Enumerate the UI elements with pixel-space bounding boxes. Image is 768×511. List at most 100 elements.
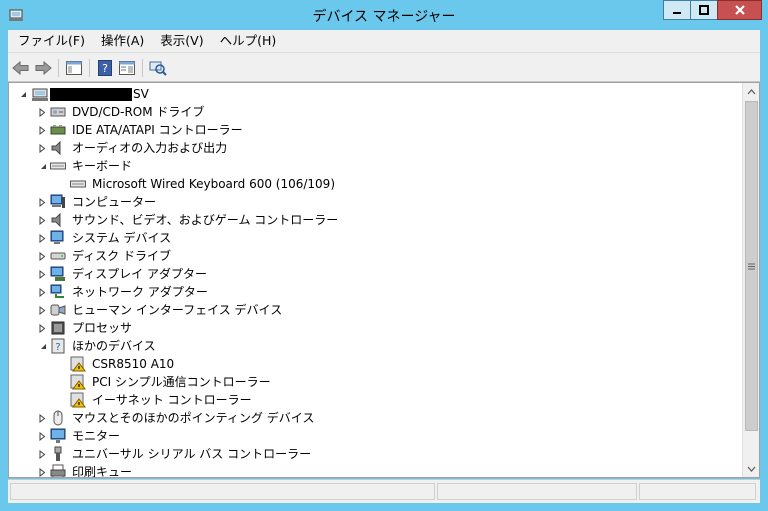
tree-category-item[interactable]: コンピューター	[9, 193, 739, 211]
tree-expander[interactable]	[37, 341, 47, 351]
tree-item-label: Microsoft Wired Keyboard 600 (106/109)	[92, 177, 335, 191]
unknown-device-icon: ?	[51, 338, 65, 354]
tree-expander[interactable]	[37, 197, 47, 207]
speaker-icon	[51, 140, 61, 156]
tree-item-label: オーディオの入力および出力	[72, 141, 228, 155]
maximize-button[interactable]	[690, 0, 718, 20]
scroll-down-button[interactable]	[743, 460, 759, 477]
vertical-scrollbar[interactable]	[742, 83, 759, 477]
warning-device-icon	[70, 356, 86, 372]
tree-expander[interactable]	[37, 305, 47, 315]
expand-arrow-icon	[39, 305, 45, 315]
expand-arrow-icon	[39, 287, 45, 297]
tree-expander[interactable]	[37, 251, 47, 261]
status-pane-main	[10, 483, 435, 500]
menu-view[interactable]: 表示(V)	[152, 30, 211, 52]
tree-device-item[interactable]: イーサネット コントローラー	[9, 391, 739, 409]
tree-category-item[interactable]: ディスク ドライブ	[9, 247, 739, 265]
tree-expander[interactable]	[37, 269, 47, 279]
device-tree[interactable]: SV DVD/CD-ROM ドライブ IDE ATA/ATAPI コントローラーオー…	[8, 82, 760, 478]
tree-expander[interactable]	[37, 431, 47, 441]
collapse-arrow-icon	[20, 91, 26, 97]
expand-arrow-icon	[39, 323, 45, 333]
expand-arrow-icon	[39, 251, 45, 261]
expand-arrow-icon	[39, 431, 45, 441]
toolbar: ?	[8, 52, 760, 82]
warning-device-icon	[70, 392, 86, 408]
forward-button[interactable]	[34, 59, 52, 77]
tree-device-item[interactable]: PCI シンプル通信コントローラー	[9, 373, 739, 391]
tree-category-item[interactable]: プロセッサ	[9, 319, 739, 337]
minimize-button[interactable]	[663, 0, 691, 20]
ide-controller-icon	[50, 125, 66, 135]
usb-icon	[54, 446, 62, 461]
tree-expander[interactable]	[37, 125, 47, 135]
disk-drive-icon	[50, 252, 66, 260]
expand-arrow-icon	[39, 233, 45, 243]
tree-item-label: DVD/CD-ROM ドライブ	[72, 105, 205, 119]
menu-action[interactable]: 操作(A)	[93, 30, 152, 52]
expand-arrow-icon	[39, 413, 45, 423]
tree-category-item[interactable]: マウスとそのほかのポインティング デバイス	[9, 409, 739, 427]
tree-category-item[interactable]: サウンド、ビデオ、およびゲーム コントローラー	[9, 211, 739, 229]
maximize-icon	[699, 5, 709, 15]
scan-hardware-button[interactable]	[149, 59, 167, 77]
tree-category-item[interactable]: モニター	[9, 427, 739, 445]
tree-item-label: ユニバーサル シリアル バス コントローラー	[72, 447, 312, 461]
help-button[interactable]: ?	[96, 59, 114, 77]
tree-expander[interactable]	[37, 413, 47, 423]
tree-expander[interactable]	[37, 107, 47, 117]
help-icon: ?	[98, 60, 112, 76]
back-button[interactable]	[12, 59, 30, 77]
tree-item-label: プロセッサ	[72, 321, 133, 335]
tree-device-item[interactable]: CSR8510 A10	[9, 355, 739, 373]
close-button[interactable]	[717, 0, 762, 20]
expand-arrow-icon	[39, 449, 45, 459]
title-bar[interactable]: デバイス マネージャー	[0, 0, 768, 30]
tree-category-item[interactable]: ユニバーサル シリアル バス コントローラー	[9, 445, 739, 463]
tree-expander[interactable]	[17, 89, 27, 99]
tree-category-item[interactable]: オーディオの入力および出力	[9, 139, 739, 157]
processor-icon	[51, 321, 65, 335]
redacted-computer-name	[50, 88, 132, 101]
scroll-up-button[interactable]	[743, 83, 759, 100]
minimize-icon	[673, 12, 681, 14]
tree-category-item[interactable]: ? ほかのデバイス	[9, 337, 739, 355]
tree-category-item[interactable]: DVD/CD-ROM ドライブ	[9, 103, 739, 121]
computer-icon	[32, 88, 48, 101]
tree-expander[interactable]	[37, 287, 47, 297]
tree-expander[interactable]	[37, 161, 47, 171]
tree-expander[interactable]	[37, 323, 47, 333]
menu-help[interactable]: ヘルプ(H)	[212, 30, 285, 52]
svg-text:?: ?	[102, 62, 108, 75]
show-hide-tree-button[interactable]	[65, 59, 83, 77]
tree-item-label: PCI シンプル通信コントローラー	[92, 375, 271, 389]
tree-category-item[interactable]: システム デバイス	[9, 229, 739, 247]
tree-category-item[interactable]: 印刷キュー	[9, 463, 739, 477]
scroll-thumb[interactable]	[745, 101, 758, 431]
collapse-arrow-icon	[40, 343, 46, 349]
status-bar	[8, 479, 760, 503]
expand-arrow-icon	[39, 269, 45, 279]
tree-expander[interactable]	[37, 467, 47, 477]
tree-root-node[interactable]: SV	[9, 85, 739, 103]
display-adapter-icon	[50, 266, 65, 281]
tree-category-item[interactable]: キーボード	[9, 157, 739, 175]
grip-icon	[748, 263, 755, 269]
tree-category-item[interactable]: ディスプレイ アダプター	[9, 265, 739, 283]
toolbar-separator	[142, 59, 143, 77]
tree-category-item[interactable]: ヒューマン インターフェイス デバイス	[9, 301, 739, 319]
tree-expander[interactable]	[37, 233, 47, 243]
computer-name-suffix: SV	[133, 87, 149, 101]
tree-category-item[interactable]: ネットワーク アダプター	[9, 283, 739, 301]
properties-button[interactable]	[118, 59, 136, 77]
tree-expander[interactable]	[37, 449, 47, 459]
keyboard-icon	[50, 162, 66, 170]
system-device-icon	[50, 230, 64, 244]
tree-item-label: ほかのデバイス	[72, 339, 156, 353]
tree-expander[interactable]	[37, 143, 47, 153]
menu-file[interactable]: ファイル(F)	[8, 30, 93, 52]
tree-category-item[interactable]: IDE ATA/ATAPI コントローラー	[9, 121, 739, 139]
tree-expander[interactable]	[37, 215, 47, 225]
tree-device-item[interactable]: Microsoft Wired Keyboard 600 (106/109)	[9, 175, 739, 193]
